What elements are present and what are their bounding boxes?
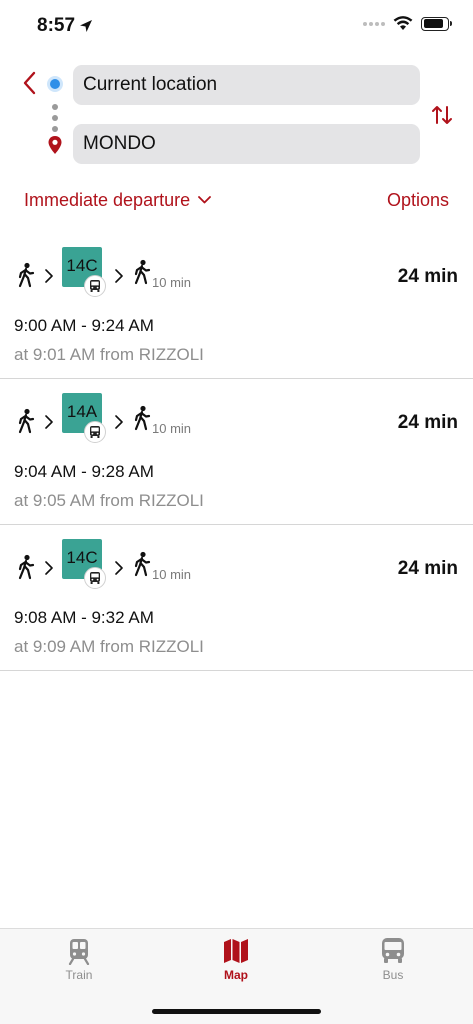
walk-time: 10 min (152, 567, 192, 582)
location-arrow-icon (80, 20, 93, 32)
trip-duration: 24 min (397, 266, 458, 287)
tab-bus-label: Bus (382, 968, 404, 982)
chevron-right-icon (45, 415, 53, 429)
battery-icon (421, 16, 452, 31)
trip-times: 9:04 AM - 9:28 AM (14, 462, 154, 481)
tab-map-label: Map (224, 968, 248, 982)
departure-info: at 9:01 AM from RIZZOLI (14, 345, 204, 364)
chevron-right-icon (115, 561, 123, 575)
walk-icon (134, 551, 151, 577)
destination-field[interactable]: MONDO (73, 124, 420, 164)
origin-field[interactable]: Current location (73, 65, 420, 105)
route-connector-icon (52, 104, 58, 132)
options-button[interactable]: Options (387, 190, 449, 211)
walk-icon (18, 408, 35, 434)
bus-mode-icon (84, 567, 106, 589)
battery-level (423, 19, 444, 28)
status-bar: 8:57 (0, 0, 473, 50)
cellular-signal-icon (363, 21, 385, 26)
train-icon (68, 939, 90, 965)
chevron-right-icon (45, 269, 53, 283)
walk-icon (18, 554, 35, 580)
bus-mode-icon (84, 275, 106, 297)
route-result[interactable]: 14C 10 min 24 min 9:00 AM - 9:24 AM at 9… (0, 233, 473, 379)
walk-time: 10 min (152, 421, 192, 436)
status-time: 8:57 (37, 15, 76, 36)
bus-mode-icon (84, 421, 106, 443)
walk-icon (18, 262, 35, 288)
swap-directions-icon[interactable] (431, 104, 453, 126)
tab-train[interactable]: Train (39, 937, 119, 982)
departure-time-dropdown[interactable]: Immediate departure (24, 190, 211, 211)
trip-times: 9:08 AM - 9:32 AM (14, 608, 154, 627)
home-indicator[interactable] (152, 1009, 321, 1014)
trip-times: 9:00 AM - 9:24 AM (14, 316, 154, 335)
status-indicators (363, 16, 452, 31)
walk-icon (134, 405, 151, 431)
destination-pin-icon (48, 136, 62, 154)
bus-icon (382, 938, 404, 963)
route-result[interactable]: 14C 10 min 24 min 9:08 AM - 9:32 AM at 9… (0, 525, 473, 671)
walk-icon (134, 259, 151, 285)
chevron-left-icon (23, 71, 36, 95)
chevron-right-icon (45, 561, 53, 575)
trip-duration: 24 min (397, 412, 458, 433)
departure-time-label: Immediate departure (24, 189, 191, 210)
chevron-right-icon (115, 269, 123, 283)
departure-options-row: Immediate departure Options (24, 188, 449, 212)
route-results-list: 14C 10 min 24 min 9:00 AM - 9:24 AM at 9… (0, 233, 473, 671)
tab-train-label: Train (65, 968, 93, 982)
trip-duration: 24 min (397, 558, 458, 579)
departure-info: at 9:09 AM from RIZZOLI (14, 637, 204, 656)
route-result[interactable]: 14A 10 min 24 min 9:04 AM - 9:28 AM at 9… (0, 379, 473, 525)
tab-bus[interactable]: Bus (353, 937, 433, 982)
chevron-down-icon (198, 196, 211, 204)
status-time-group: 8:57 (37, 15, 93, 37)
departure-info: at 9:05 AM from RIZZOLI (14, 491, 204, 510)
map-icon (224, 939, 248, 963)
wifi-icon (393, 16, 413, 30)
origin-location-icon (47, 76, 63, 92)
back-button[interactable] (18, 70, 40, 96)
walk-time: 10 min (152, 275, 192, 290)
chevron-right-icon (115, 415, 123, 429)
tab-map[interactable]: Map (196, 937, 276, 982)
